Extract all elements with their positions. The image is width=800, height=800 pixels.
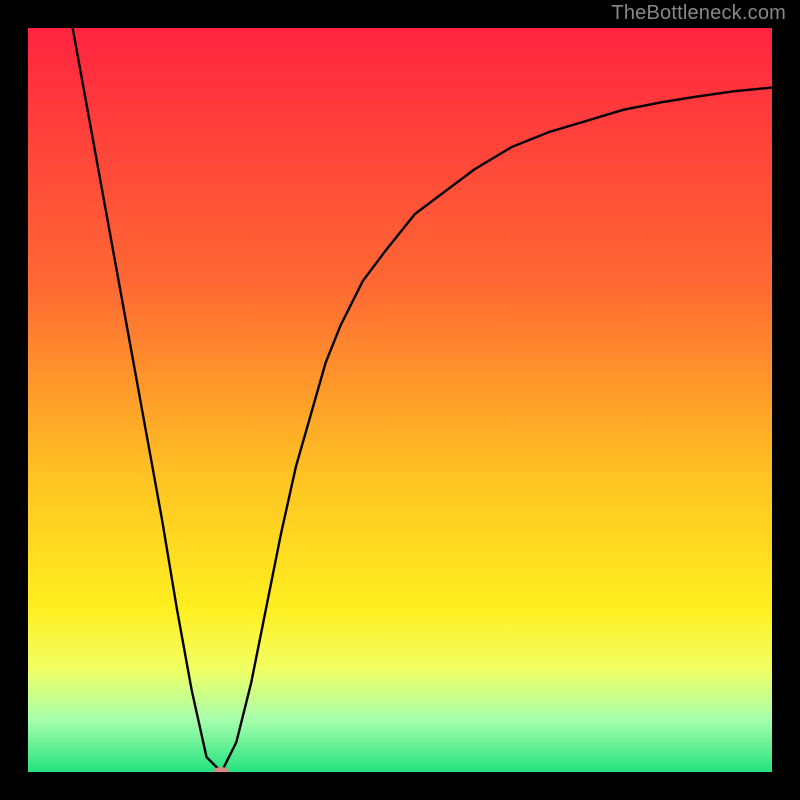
watermark-text: TheBottleneck.com xyxy=(611,2,786,25)
chart-container: TheBottleneck.com xyxy=(0,0,800,800)
plot-area xyxy=(28,28,772,772)
bottleneck-curve xyxy=(28,28,772,772)
bottleneck-marker xyxy=(213,767,229,772)
